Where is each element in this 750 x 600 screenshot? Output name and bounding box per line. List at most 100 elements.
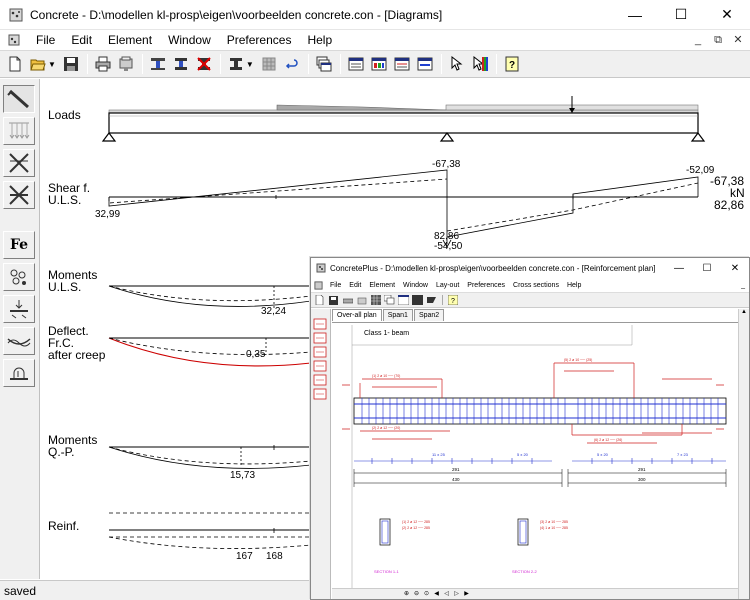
i-section-button[interactable]	[170, 53, 192, 75]
loads-icon	[9, 122, 30, 139]
tab-span1[interactable]: Span1	[382, 309, 413, 321]
save-icon	[63, 57, 78, 71]
beam-select-tool[interactable]	[3, 85, 35, 113]
overlay-grid-button[interactable]	[369, 294, 382, 306]
last-page-icon[interactable]: ▶	[462, 590, 471, 599]
profile-dropdown-arrow[interactable]: ▼	[246, 60, 254, 69]
color-pointer-button[interactable]	[469, 53, 491, 75]
plan-window-button[interactable]	[414, 53, 436, 75]
concreteplus-window[interactable]: ConcretePlus - D:\modellen kl-prosp\eige…	[310, 257, 750, 600]
supports-tool[interactable]	[3, 149, 35, 177]
link-button[interactable]	[281, 53, 303, 75]
delete-section-button[interactable]	[193, 53, 215, 75]
overlay-maximize-button[interactable]: ☐	[693, 263, 721, 274]
overlay-menu-cross-sections[interactable]: Cross sections	[509, 282, 563, 289]
save-button[interactable]	[60, 53, 82, 75]
svg-text:?: ?	[509, 60, 515, 71]
color-window-button[interactable]	[368, 53, 390, 75]
report-window-button[interactable]	[391, 53, 413, 75]
zoom-in-icon[interactable]: ⊕	[402, 590, 411, 599]
stirrups-tool[interactable]	[3, 263, 35, 291]
new-file-button[interactable]	[4, 53, 26, 75]
print-preview-button[interactable]	[115, 53, 137, 75]
overlay-cascade-button[interactable]	[383, 294, 396, 306]
mdi-minimize-button[interactable]: _	[690, 32, 706, 48]
legend-min-value: 82,86	[714, 198, 745, 212]
diagram-window-button[interactable]	[345, 53, 367, 75]
cascade-windows-icon	[316, 56, 332, 72]
mdi-restore-button[interactable]: ⧉	[710, 32, 726, 48]
close-button[interactable]: ✕	[704, 0, 750, 30]
moment-tool[interactable]	[3, 359, 35, 387]
overlay-minimize-button[interactable]: —	[665, 263, 693, 274]
overlay-diagram-button[interactable]	[397, 294, 410, 306]
overlay-vertical-scrollbar[interactable]: ▲	[738, 309, 749, 599]
overlay-shape-button[interactable]	[425, 294, 438, 306]
next-page-icon[interactable]: ▷	[452, 590, 461, 599]
overlay-menu-preferences[interactable]: Preferences	[463, 282, 509, 289]
overlay-menu-element[interactable]: Element	[365, 282, 399, 289]
overlay-mdi-controls[interactable]: _	[741, 282, 745, 289]
minimize-button[interactable]: —	[612, 0, 658, 30]
overlay-horizontal-scrollbar[interactable]: ⊕ ⊖ ⊙ ◀ ◁ ▷ ▶	[332, 588, 738, 599]
maximize-button[interactable]: ☐	[658, 0, 704, 30]
document-icon[interactable]	[314, 280, 323, 290]
table-button[interactable]	[258, 53, 280, 75]
document-icon[interactable]	[6, 32, 22, 48]
overlay-new-button[interactable]	[313, 294, 326, 306]
bar-label-h: (6) 2 ø 12 ── (26)	[594, 438, 622, 442]
color-window-icon	[371, 57, 387, 71]
deflection-tool[interactable]	[3, 327, 35, 355]
menu-help[interactable]: Help	[299, 30, 340, 50]
open-dropdown-arrow[interactable]: ▼	[48, 60, 56, 69]
scroll-up-icon[interactable]: ▲	[739, 309, 749, 315]
tab-span2[interactable]: Span2	[413, 309, 445, 321]
help-button[interactable]: ?	[501, 53, 523, 75]
reinforcement-plan-drawing[interactable]: Class 1- beam (1) 2 ø 10 ── (70) (2) 2 ø…	[332, 322, 738, 588]
printer-setup-icon	[119, 56, 133, 71]
prev-page-icon[interactable]: ◁	[442, 590, 451, 599]
profile-button[interactable]	[225, 53, 247, 75]
overlay-menu-help[interactable]: Help	[563, 282, 585, 289]
first-page-icon[interactable]: ◀	[432, 590, 441, 599]
menu-preferences[interactable]: Preferences	[219, 30, 300, 50]
overlay-help-button[interactable]: ?	[446, 294, 459, 306]
menu-element[interactable]: Element	[100, 30, 160, 50]
overlay-save-button[interactable]	[327, 294, 340, 306]
menu-edit[interactable]: Edit	[63, 30, 100, 50]
shear-diagram	[108, 169, 699, 248]
overlay-menu-layout[interactable]: Lay-out	[432, 282, 463, 289]
overlay-menu-window[interactable]: Window	[399, 282, 432, 289]
overlay-preview-button[interactable]	[355, 294, 368, 306]
toolbar-separator	[141, 54, 143, 74]
overlay-section-button[interactable]	[411, 294, 424, 306]
tab-overall-plan[interactable]: Over-all plan	[332, 309, 382, 321]
overlay-print-button[interactable]	[341, 294, 354, 306]
overlay-menu-edit[interactable]: Edit	[345, 282, 365, 289]
mdi-close-button[interactable]: ✕	[730, 32, 746, 48]
overlay-tool-icons[interactable]	[311, 309, 331, 429]
overlay-toolbar-separator	[442, 295, 443, 305]
cascade-windows-icon	[384, 295, 395, 305]
overlay-tabs: Over-all plan Span1 Span2	[332, 309, 732, 322]
cross-support-tool[interactable]	[3, 181, 35, 209]
moment-uls-value: 32,24	[261, 306, 287, 317]
zoom-out-icon[interactable]: ⊖	[412, 590, 421, 599]
open-file-button[interactable]	[27, 53, 49, 75]
overlay-menu-file[interactable]: File	[326, 282, 345, 289]
toolbar-separator	[86, 54, 88, 74]
shear-mid-top-value: -67,38	[432, 159, 461, 170]
menu-window[interactable]: Window	[160, 30, 219, 50]
beam-section-button[interactable]	[147, 53, 169, 75]
reinforcement-tool[interactable]: Fe	[3, 231, 35, 259]
stirrups-icon	[10, 269, 26, 285]
zoom-fit-icon[interactable]: ⊙	[422, 590, 431, 599]
overlay-close-button[interactable]: ✕	[721, 263, 749, 274]
loads-tool[interactable]	[3, 117, 35, 145]
menu-file[interactable]: File	[28, 30, 63, 50]
cascade-windows-button[interactable]	[313, 53, 335, 75]
pointer-tool-button[interactable]	[446, 53, 468, 75]
section-tool[interactable]	[3, 295, 35, 323]
toolbar-separator	[219, 54, 221, 74]
print-button[interactable]	[92, 53, 114, 75]
